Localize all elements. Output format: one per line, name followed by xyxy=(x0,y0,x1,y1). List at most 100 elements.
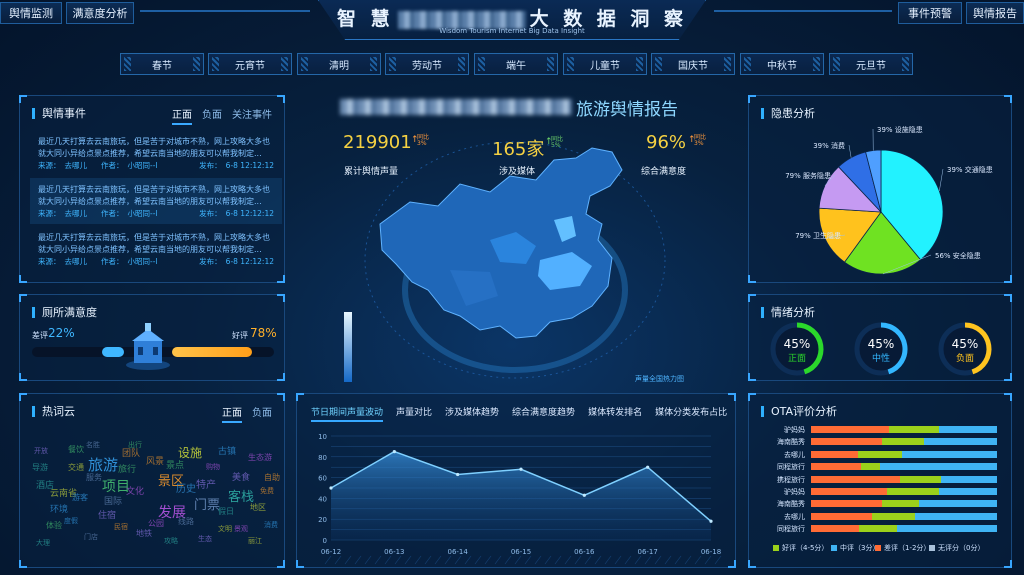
holiday-tab-3[interactable]: 劳动节 xyxy=(385,53,469,75)
ota-category: 驴妈妈 xyxy=(784,488,805,496)
ota-bar-segment xyxy=(939,488,997,495)
holiday-tab-7[interactable]: 中秋节 xyxy=(740,53,824,75)
news-author: 作者： 小昭同--l xyxy=(101,209,158,218)
holiday-tab-2[interactable]: 清明 xyxy=(297,53,381,75)
news-item[interactable]: 最近几天打算去云南旅玩，但是苦于对城市不熟，网上攻略大多也就大同小异给点景点推荐… xyxy=(30,130,282,176)
cloud-word[interactable]: 消费 xyxy=(264,520,278,530)
nav-opinion-report[interactable]: 舆情报告 xyxy=(966,2,1024,24)
cloud-word[interactable]: 国际 xyxy=(104,494,122,507)
bad-pct: 22% xyxy=(48,326,75,340)
cloud-word[interactable]: 假日 xyxy=(218,506,234,517)
cloud-word[interactable]: 地区 xyxy=(250,502,266,513)
cloud-word[interactable]: 民宿 xyxy=(114,522,128,532)
holiday-tab-5[interactable]: 儿童节 xyxy=(563,53,647,75)
trend-tab-4[interactable]: 媒体转发排名 xyxy=(588,405,642,422)
floor-grid xyxy=(464,555,472,565)
cloud-word[interactable]: 特产 xyxy=(196,476,216,491)
cloud-word[interactable]: 美食 xyxy=(232,470,250,483)
cloud-word[interactable]: 线路 xyxy=(178,516,194,527)
cloud-word[interactable]: 住宿 xyxy=(98,508,116,521)
cloud-tab-positive[interactable]: 正面 xyxy=(222,404,242,423)
news-item[interactable]: 最近几天打算去云南旅玩，但是苦于对城市不熟，网上攻略大多也就大同小异给点景点推荐… xyxy=(30,178,282,224)
cloud-word[interactable]: 生态游 xyxy=(248,452,272,463)
cloud-word[interactable]: 地铁 xyxy=(136,528,152,539)
ota-bar-segment xyxy=(924,438,997,446)
cloud-word[interactable]: 丽江 xyxy=(248,536,262,546)
floor-grid xyxy=(634,555,642,565)
y-tick-label: 10 xyxy=(318,433,327,441)
floor-grid xyxy=(554,555,562,565)
ota-bar-segment xyxy=(941,475,997,483)
floor-grid xyxy=(704,555,712,565)
legend-swatch xyxy=(831,545,837,551)
holiday-tab-4[interactable]: 端午 xyxy=(474,53,558,75)
nav-satisfaction[interactable]: 满意度分析 xyxy=(66,2,134,24)
cloud-word[interactable]: 景点 xyxy=(166,458,184,471)
trend-tab-1[interactable]: 声量对比 xyxy=(396,405,432,422)
trend-panel: 节日期间声量波动 声量对比 涉及媒体趋势 综合满意度趋势 媒体转发排名 媒体分类发布占比 … xyxy=(296,393,736,568)
cloud-word[interactable]: 服务 xyxy=(86,472,102,483)
cloud-word[interactable]: 门票 xyxy=(194,494,220,513)
trend-tab-0[interactable]: 节日期间声量波动 xyxy=(311,405,384,422)
cloud-tab-negative[interactable]: 负面 xyxy=(252,404,272,423)
news-source: 来源： 去哪儿 xyxy=(38,257,87,266)
floor-grid xyxy=(524,555,532,565)
tab-followed[interactable]: 关注事件 xyxy=(232,106,272,125)
cloud-word[interactable]: 购物 xyxy=(206,462,220,472)
trend-tab-2[interactable]: 涉及媒体趋势 xyxy=(445,405,499,422)
cloud-word[interactable]: 文化 xyxy=(126,484,144,497)
tab-negative[interactable]: 负面 xyxy=(202,106,222,125)
cloud-word[interactable]: 环境 xyxy=(50,502,68,515)
floor-grid xyxy=(474,555,482,565)
ota-category: 去哪儿 xyxy=(784,512,805,521)
cloud-word[interactable]: 旅行 xyxy=(118,462,136,475)
trend-tab-5[interactable]: 媒体分类发布占比 xyxy=(655,405,727,422)
news-source: 来源： 去哪儿 xyxy=(38,209,87,218)
cloud-word[interactable]: 景观 xyxy=(234,524,248,534)
gauge-pct: 45% xyxy=(952,337,979,351)
news-item[interactable]: 最近几天打算去云南旅玩，但是苦于对城市不熟，网上攻略大多也就大同小异给点景点推荐… xyxy=(30,226,282,272)
legend-swatch xyxy=(929,545,935,551)
floor-grid xyxy=(574,555,582,565)
holiday-tab-0[interactable]: 春节 xyxy=(120,53,204,75)
gauge-label: 正面 xyxy=(788,353,806,364)
cloud-word[interactable]: 名胜 xyxy=(86,440,100,450)
cloud-word[interactable]: 攻略 xyxy=(164,536,178,546)
nav-event-warning[interactable]: 事件预警 xyxy=(898,2,962,24)
floor-grid xyxy=(584,555,592,565)
trend-point xyxy=(329,486,333,490)
cloud-word[interactable]: 风景 xyxy=(146,454,164,467)
cloud-word[interactable]: 门店 xyxy=(84,532,98,542)
cloud-word[interactable]: 交通 xyxy=(68,462,84,473)
cloud-word[interactable]: 生态 xyxy=(198,534,212,544)
floor-grid xyxy=(404,555,412,565)
news-time: 发布： 6-8 12:12:12 xyxy=(199,161,274,170)
cloud-word[interactable]: 自助 xyxy=(264,472,280,483)
cloud-word[interactable]: 大理 xyxy=(36,538,50,548)
cloud-word[interactable]: 免费 xyxy=(260,486,274,496)
x-tick-label: 06-14 xyxy=(447,548,468,556)
cloud-word[interactable]: 度假 xyxy=(64,516,78,526)
holiday-tab-1[interactable]: 元宵节 xyxy=(208,53,292,75)
floor-grid xyxy=(624,555,632,565)
nav-opinion-monitor[interactable]: 舆情监测 xyxy=(0,2,62,24)
cloud-word[interactable]: 开放 xyxy=(34,446,48,456)
heat-legend-label: 声量全国热力图 xyxy=(635,375,684,383)
floor-grid xyxy=(514,555,522,565)
cloud-word[interactable]: 体验 xyxy=(46,520,62,531)
tab-positive[interactable]: 正面 xyxy=(172,106,192,125)
holiday-tab-6[interactable]: 国庆节 xyxy=(651,53,735,75)
floor-grid xyxy=(324,555,332,565)
holiday-tab-8[interactable]: 元旦节 xyxy=(829,53,913,75)
cloud-word[interactable]: 古镇 xyxy=(218,444,236,457)
ota-bar-segment xyxy=(811,450,858,458)
ota-bar-segment xyxy=(872,512,916,520)
cloud-word[interactable]: 导游 xyxy=(32,462,48,473)
cloud-word[interactable]: 历史 xyxy=(176,480,196,495)
ota-bar-segment xyxy=(881,438,925,446)
cloud-word[interactable]: 餐饮 xyxy=(68,444,84,455)
cloud-word[interactable]: 文明 xyxy=(218,524,232,534)
trend-tab-3[interactable]: 综合满意度趋势 xyxy=(512,405,575,422)
cloud-word[interactable]: 出行 xyxy=(128,440,142,450)
cloud-word[interactable]: 游客 xyxy=(72,492,88,503)
